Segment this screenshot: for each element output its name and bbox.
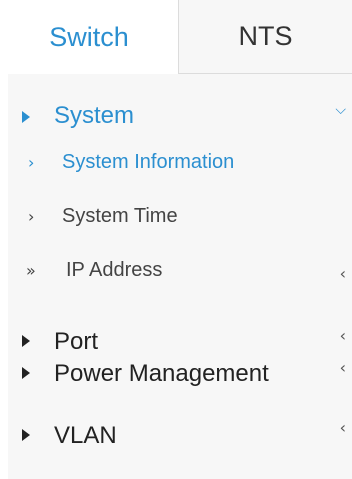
menu-item-port[interactable]: Port ‹ <box>8 324 352 358</box>
tab-switch[interactable]: Switch <box>0 0 178 74</box>
menu-item-ip-address-label: IP Address <box>66 259 163 281</box>
tab-nts[interactable]: NTS <box>178 0 352 74</box>
menu-item-system-time-label: System Time <box>62 205 178 227</box>
menu-item-system-information[interactable]: › System Information <box>8 148 352 178</box>
menu-item-vlan[interactable]: VLAN ‹ <box>8 416 352 450</box>
menu-item-power-management[interactable]: Power Management ‹ <box>8 356 352 390</box>
chevron-right-icon: › <box>28 153 35 172</box>
triangle-right-icon <box>22 367 30 379</box>
chevron-left-icon: ‹ <box>339 264 346 283</box>
double-chevron-right-icon: » <box>26 261 36 280</box>
menu-item-system-information-label: System Information <box>62 151 235 173</box>
top-tabs: Switch NTS <box>0 0 352 74</box>
menu-item-port-label: Port <box>54 328 99 355</box>
menu-item-system[interactable]: System ⌵ <box>8 100 352 134</box>
triangle-right-icon <box>22 335 30 347</box>
chevron-left-icon: ‹ <box>339 326 346 345</box>
chevron-left-icon: ‹ <box>339 358 346 377</box>
tab-switch-label: Switch <box>49 21 129 52</box>
triangle-right-icon <box>22 429 30 441</box>
chevron-down-icon: ⌵ <box>335 102 346 118</box>
menu-item-ip-address[interactable]: » IP Address ‹ <box>8 256 352 286</box>
tab-nts-label: NTS <box>238 21 293 51</box>
chevron-right-icon: › <box>28 207 35 226</box>
sidebar-menu: System ⌵ › System Information › System T… <box>8 74 352 479</box>
menu-item-vlan-label: VLAN <box>54 422 117 449</box>
triangle-right-icon <box>22 111 30 123</box>
menu-item-system-time[interactable]: › System Time <box>8 202 352 232</box>
chevron-left-icon: ‹ <box>339 418 346 437</box>
menu-item-system-label: System <box>54 102 135 129</box>
app-root: Switch NTS System ⌵ › System Information… <box>0 0 352 479</box>
menu-item-power-management-label: Power Management <box>54 360 269 387</box>
